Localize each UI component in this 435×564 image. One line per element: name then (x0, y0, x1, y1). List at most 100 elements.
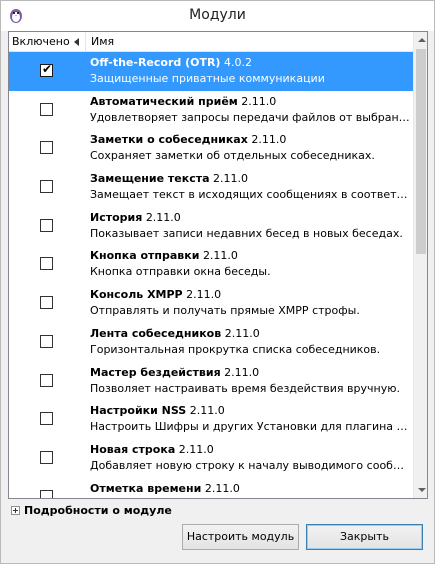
plugin-title: Кнопка отправки 2.11.0 (90, 248, 410, 264)
plugin-version: 2.11.0 (241, 94, 277, 108)
plugin-rows: ✔ Off-the-Record (OTR) 4.0.2 Защищенные пр… (9, 52, 413, 498)
plugin-info: Лента собеседников 2.11.0 Горизонтальная … (90, 326, 410, 357)
enabled-checkbox[interactable] (40, 218, 53, 232)
plugin-list[interactable]: Включено Имя ✔ Off-the-Record (OTR) 4.0.2… (8, 31, 428, 499)
plugin-info: Мастер бездействия 2.11.0 Позволяет настр… (90, 365, 410, 396)
scroll-thumb[interactable] (416, 49, 426, 254)
enabled-checkbox[interactable] (40, 257, 53, 271)
enabled-checkbox[interactable]: ✔ (40, 62, 53, 77)
plugin-info: История 2.11.0 Показывает записи недавних… (90, 210, 410, 241)
plugin-description: Горизонтальная прокрутка списка собеседн… (90, 342, 381, 356)
vertical-scrollbar[interactable] (413, 32, 427, 498)
plugin-info: Кнопка отправки 2.11.0 Кнопка отправки ок… (90, 248, 410, 279)
plugin-description: Выводит отметки времени в стиле iChat (90, 497, 410, 499)
column-header-enabled-label: Включено (12, 35, 70, 48)
plugin-row[interactable]: Заметки о собеседниках 2.11.0 Сохраняет з… (9, 129, 413, 169)
plugin-description: Настроить Шифры и других Установки для п… (90, 420, 410, 434)
plugin-description: Позволяет настраивать время бездействия … (90, 381, 400, 395)
plugin-version: 4.0.2 (223, 56, 252, 69)
list-header: Включено Имя (9, 32, 413, 52)
plugin-description: Отправлять и получать прямые XMPP строфы… (90, 304, 360, 318)
plugin-info: Новая строка 2.11.0 Добавляет новую строк… (90, 442, 410, 473)
plugin-name: История (90, 210, 143, 224)
enabled-checkbox[interactable] (40, 102, 53, 116)
plugin-name: Кнопка отправки (90, 249, 200, 263)
plugin-version: 2.11.0 (189, 404, 225, 418)
close-button[interactable]: Закрыть (306, 524, 423, 550)
plugin-description: Добавляет новую строку к началу выводимо… (90, 458, 410, 472)
enabled-checkbox[interactable] (40, 450, 53, 464)
plugin-title: Off-the-Record (OTR) 4.0.2 (90, 55, 410, 71)
plugin-title: Лента собеседников 2.11.0 (90, 326, 410, 342)
scroll-down-button[interactable] (414, 482, 427, 498)
plugin-description: Замещает текст в исходящих сообщениях в … (90, 188, 410, 202)
plugin-row[interactable]: ✔ Off-the-Record (OTR) 4.0.2 Защищенные пр… (9, 52, 413, 91)
plugin-title: Новая строка 2.11.0 (90, 442, 410, 458)
titlebar: Модули (1, 1, 434, 31)
enabled-checkbox[interactable] (40, 141, 53, 155)
configure-plugin-button[interactable]: Настроить модуль (182, 524, 299, 550)
plugin-version: 2.11.0 (204, 481, 240, 495)
plugin-version: 2.11.0 (213, 172, 249, 186)
plugin-title: Замещение текста 2.11.0 (90, 171, 410, 187)
plugin-version: 2.11.0 (251, 133, 287, 147)
chevron-up-icon (418, 38, 426, 42)
window-title: Модули (189, 7, 246, 23)
plugin-row[interactable]: Настройки NSS 2.11.0 Настроить Шифры и др… (9, 400, 413, 439)
scroll-up-button[interactable] (414, 32, 427, 48)
plugin-title: Заметки о собеседниках 2.11.0 (90, 132, 410, 148)
plugin-title: Консоль XMPP 2.11.0 (90, 287, 410, 303)
plugin-description: Сохраняет заметки об отдельных собеседни… (90, 149, 375, 163)
plugin-info: Автоматический приём 2.11.0 Удовлетворяет… (90, 94, 410, 125)
plugin-row[interactable]: Мастер бездействия 2.11.0 Позволяет настр… (9, 361, 413, 401)
enabled-checkbox[interactable] (40, 180, 53, 194)
sort-arrow-icon (74, 38, 79, 46)
plugin-row[interactable]: Новая строка 2.11.0 Добавляет новую строк… (9, 438, 413, 478)
enabled-checkbox[interactable] (40, 412, 53, 426)
checkmark-icon: ✔ (42, 62, 53, 76)
plugin-row[interactable]: Лента собеседников 2.11.0 Горизонтальная … (9, 322, 413, 362)
plugin-title: Отметка времени 2.11.0 (90, 481, 410, 497)
enabled-checkbox[interactable] (40, 296, 53, 310)
plugin-info: Замещение текста 2.11.0 Замещает текст в … (90, 171, 410, 202)
plugin-description: Защищенные приватные коммуникации (90, 72, 325, 85)
plugin-name: Мастер бездействия (90, 365, 221, 379)
plugin-version: 2.11.0 (202, 249, 238, 263)
column-header-name[interactable]: Имя (88, 32, 408, 52)
plugin-name: Off-the-Record (OTR) (90, 56, 221, 69)
plugin-row[interactable]: Кнопка отправки 2.11.0 Кнопка отправки ок… (9, 245, 413, 285)
plugin-row[interactable]: Замещение текста 2.11.0 Замещает текст в … (9, 168, 413, 207)
plugin-name: Замещение текста (90, 172, 210, 186)
column-header-name-label: Имя (91, 35, 115, 48)
plugin-version: 2.11.0 (224, 326, 260, 340)
plugin-description: Удовлетворяет запросы передачи файлов от… (90, 110, 410, 124)
plugin-title: История 2.11.0 (90, 210, 410, 226)
plugin-details-expander[interactable]: Подробности о модуле (8, 503, 308, 519)
plugin-info: Отметка времени 2.11.0Выводит отметки вр… (90, 481, 410, 498)
plugin-version: 2.11.0 (224, 365, 260, 379)
plugin-title: Автоматический приём 2.11.0 (90, 94, 410, 110)
plugin-info: Консоль XMPP 2.11.0 Отправлять и получать… (90, 287, 410, 318)
enabled-checkbox[interactable] (40, 489, 53, 498)
plugin-info: Заметки о собеседниках 2.11.0 Сохраняет з… (90, 132, 410, 163)
plugin-name: Автоматический приём (90, 94, 238, 108)
plugin-name: Лента собеседников (90, 326, 222, 340)
plugin-row[interactable]: Отметка времени 2.11.0Выводит отметки вр… (9, 477, 413, 498)
enabled-checkbox[interactable] (40, 373, 53, 387)
plugin-name: Консоль XMPP (90, 288, 183, 302)
chevron-down-icon (418, 488, 426, 492)
plugin-row[interactable]: История 2.11.0 Показывает записи недавних… (9, 206, 413, 246)
plugin-row[interactable]: Автоматический приём 2.11.0 Удовлетворяет… (9, 90, 413, 130)
plugin-name: Отметка времени (90, 481, 202, 495)
enabled-checkbox[interactable] (40, 334, 53, 348)
expand-plus-icon[interactable] (11, 506, 20, 515)
plugin-info: Настройки NSS 2.11.0 Настроить Шифры и др… (90, 403, 410, 434)
plugin-name: Заметки о собеседниках (90, 133, 248, 147)
plugin-version: 2.11.0 (145, 210, 181, 224)
plugins-window: Модули Включено Имя ✔ Off-the-Record (OTR… (0, 0, 435, 564)
plugin-title: Мастер бездействия 2.11.0 (90, 365, 410, 381)
plugin-description: Кнопка отправки окна беседы. (90, 265, 271, 279)
plugin-row[interactable]: Консоль XMPP 2.11.0 Отправлять и получать… (9, 284, 413, 323)
plugin-description: Показывает записи недавних бесед в новых… (90, 226, 403, 240)
column-header-enabled[interactable]: Включено (9, 32, 86, 52)
